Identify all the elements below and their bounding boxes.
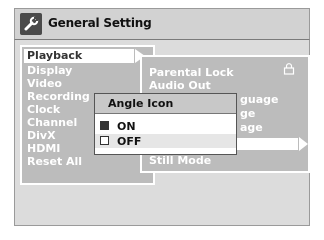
submenu-item-audio-out[interactable]: Audio Out (149, 80, 211, 92)
menu-item-channel[interactable]: Channel (27, 117, 77, 129)
lock-icon (283, 63, 295, 75)
submenu-item-angle-icon[interactable] (232, 138, 298, 150)
menu-item-reset-all[interactable]: Reset All (27, 156, 82, 168)
menu-item-hdmi[interactable]: HDMI (27, 143, 60, 155)
arrow-right-icon (299, 137, 308, 151)
header-bar: General Setting (14, 8, 310, 40)
checkbox-unchecked-icon (100, 136, 109, 145)
submenu-item-partial-2[interactable]: ge (240, 108, 255, 120)
submenu-item-still-mode[interactable]: Still Mode (149, 155, 211, 167)
menu-item-display[interactable]: Display (27, 65, 72, 77)
option-on[interactable]: ON (95, 119, 236, 133)
menu-item-video[interactable]: Video (27, 78, 62, 90)
screen: General Setting Playback Display Video R… (0, 0, 324, 240)
menu-item-label: Playback (27, 49, 83, 62)
dialog-header: Angle Icon (95, 94, 236, 114)
menu-item-divx[interactable]: DivX (27, 130, 56, 142)
wrench-icon (20, 13, 42, 35)
option-label: ON (117, 120, 136, 133)
option-off[interactable]: OFF (95, 134, 236, 148)
menu-item-playback[interactable]: Playback (24, 49, 145, 63)
angle-icon-dialog: Angle Icon ON OFF (94, 93, 237, 155)
dialog-title: Angle Icon (108, 97, 174, 110)
page-title: General Setting (48, 16, 152, 30)
submenu-item-parental-lock[interactable]: Parental Lock (149, 67, 234, 79)
checkbox-checked-icon (100, 121, 109, 130)
menu-item-recording[interactable]: Recording (27, 91, 90, 103)
submenu-item-partial-3[interactable]: age (240, 122, 263, 134)
option-label: OFF (117, 135, 142, 148)
menu-item-clock[interactable]: Clock (27, 104, 60, 116)
submenu-item-language[interactable]: guage (240, 94, 278, 106)
